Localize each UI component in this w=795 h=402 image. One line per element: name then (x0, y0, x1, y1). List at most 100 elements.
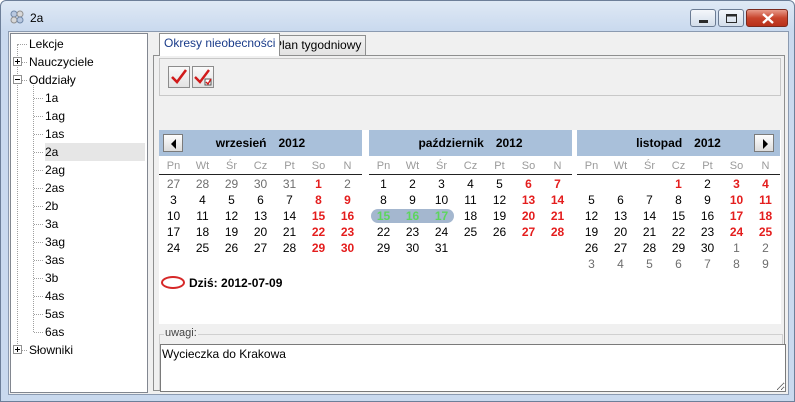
calendar-day[interactable]: 20 (246, 224, 275, 240)
tree-item-6as[interactable]: 6as (45, 323, 64, 341)
notes-input[interactable] (160, 344, 786, 392)
calendar-day[interactable]: 18 (188, 224, 217, 240)
calendar-day[interactable]: 27 (159, 176, 188, 192)
calendar-day[interactable]: 2 (398, 176, 427, 192)
calendar-day[interactable]: 24 (722, 224, 751, 240)
calendar-day[interactable]: 15 (664, 208, 693, 224)
calendar-day[interactable]: 19 (485, 208, 514, 224)
calendar-day[interactable]: 28 (635, 240, 664, 256)
calendar-day[interactable]: 31 (275, 176, 304, 192)
calendar-day[interactable]: 8 (722, 256, 751, 272)
calendar-day[interactable]: 4 (456, 176, 485, 192)
tab-weekly-plan[interactable]: Plan tygodniowy (269, 35, 367, 55)
calendar-day[interactable]: 9 (333, 192, 362, 208)
calendar-day[interactable]: 5 (635, 256, 664, 272)
calendar-day[interactable]: 26 (577, 240, 606, 256)
calendar-day[interactable]: 8 (664, 192, 693, 208)
calendar-day[interactable]: 9 (751, 256, 780, 272)
calendar-day[interactable]: 22 (304, 224, 333, 240)
calendar-day[interactable]: 14 (543, 192, 572, 208)
calendar-day[interactable]: 12 (217, 208, 246, 224)
calendar-day[interactable]: 31 (427, 240, 456, 256)
calendar-day[interactable]: 7 (543, 176, 572, 192)
tree-item-4as[interactable]: 4as (45, 287, 64, 305)
calendar-day[interactable]: 18 (456, 208, 485, 224)
calendar-day[interactable]: 16 (693, 208, 722, 224)
tree-item-2ag[interactable]: 2ag (45, 161, 65, 179)
calendar-day[interactable]: 11 (188, 208, 217, 224)
calendar-day[interactable]: 22 (664, 224, 693, 240)
calendar-day[interactable]: 6 (246, 192, 275, 208)
calendar-day[interactable]: 29 (217, 176, 246, 192)
calendar-day[interactable]: 6 (514, 176, 543, 192)
calendar-day[interactable]: 29 (304, 240, 333, 256)
calendar-day[interactable]: 20 (606, 224, 635, 240)
calendar-day[interactable]: 3 (577, 256, 606, 272)
calendar-day[interactable]: 17 (159, 224, 188, 240)
calendar-day[interactable]: 4 (751, 176, 780, 192)
calendar-day[interactable]: 5 (217, 192, 246, 208)
calendar-day[interactable]: 24 (159, 240, 188, 256)
calendar-day[interactable]: 3 (427, 176, 456, 192)
calendar-day[interactable]: 13 (246, 208, 275, 224)
tab-absence-periods[interactable]: Okresy nieobecności (159, 33, 281, 56)
calendar-day[interactable]: 11 (751, 192, 780, 208)
tree-item-1ag[interactable]: 1ag (45, 107, 65, 125)
calendar-day[interactable]: 10 (159, 208, 188, 224)
calendar-day[interactable]: 15 (304, 208, 333, 224)
calendar-day[interactable]: 2 (333, 176, 362, 192)
calendar-day[interactable]: 1 (664, 176, 693, 192)
calendar-day[interactable]: 14 (275, 208, 304, 224)
tree-item-5as[interactable]: 5as (45, 305, 64, 323)
calendar-day[interactable]: 9 (398, 192, 427, 208)
calendar-day[interactable]: 5 (485, 176, 514, 192)
calendar-day[interactable]: 10 (427, 192, 456, 208)
calendar-day[interactable]: 23 (398, 224, 427, 240)
calendar-day[interactable]: 23 (333, 224, 362, 240)
previous-month-button[interactable] (163, 134, 183, 152)
calendar-day[interactable]: 1 (722, 240, 751, 256)
tree-item-3b[interactable]: 3b (45, 269, 58, 287)
calendar-day[interactable]: 18 (751, 208, 780, 224)
calendar-day[interactable]: 9 (693, 192, 722, 208)
tree-item-nauczyciele[interactable]: Nauczyciele (29, 53, 94, 71)
calendar-day[interactable]: 1 (304, 176, 333, 192)
calendar-day[interactable]: 2 (693, 176, 722, 192)
calendar-day[interactable]: 19 (577, 224, 606, 240)
calendar-day[interactable]: 16 (398, 208, 427, 224)
tree-item-oddzia-y[interactable]: Oddziały (29, 71, 76, 89)
calendar-day[interactable]: 10 (722, 192, 751, 208)
calendar-day[interactable]: 28 (188, 176, 217, 192)
calendar-day[interactable]: 6 (606, 192, 635, 208)
calendar-day[interactable]: 4 (188, 192, 217, 208)
calendar-day[interactable]: 25 (751, 224, 780, 240)
calendar-day[interactable]: 20 (514, 208, 543, 224)
expand-icon[interactable] (13, 345, 22, 354)
next-month-button[interactable] (754, 134, 774, 152)
calendar-day[interactable]: 22 (369, 224, 398, 240)
calendar-day[interactable]: 12 (577, 208, 606, 224)
calendar-day[interactable]: 15 (369, 208, 398, 224)
calendar-day[interactable]: 8 (304, 192, 333, 208)
calendar-day[interactable]: 26 (217, 240, 246, 256)
calendar-day[interactable]: 27 (246, 240, 275, 256)
calendar-day[interactable]: 28 (275, 240, 304, 256)
calendar-day[interactable]: 30 (398, 240, 427, 256)
calendar-day[interactable]: 29 (664, 240, 693, 256)
calendar-day[interactable]: 30 (246, 176, 275, 192)
calendar-day[interactable]: 30 (693, 240, 722, 256)
tree-item-3ag[interactable]: 3ag (45, 233, 65, 251)
title-bar[interactable]: 2a (1, 1, 794, 31)
calendar-day[interactable]: 7 (693, 256, 722, 272)
calendar-day[interactable]: 13 (606, 208, 635, 224)
calendar-day[interactable]: 4 (606, 256, 635, 272)
calendar-day[interactable]: 24 (427, 224, 456, 240)
tree-item-2a[interactable]: 2a (45, 143, 145, 161)
minimize-button[interactable] (690, 9, 716, 27)
tree-item-2as[interactable]: 2as (45, 179, 64, 197)
mark-all-button[interactable] (192, 66, 214, 88)
calendar-day[interactable]: 23 (693, 224, 722, 240)
tree-item-1a[interactable]: 1a (45, 89, 58, 107)
calendar-day[interactable]: 27 (514, 224, 543, 240)
tree-item-2b[interactable]: 2b (45, 197, 58, 215)
